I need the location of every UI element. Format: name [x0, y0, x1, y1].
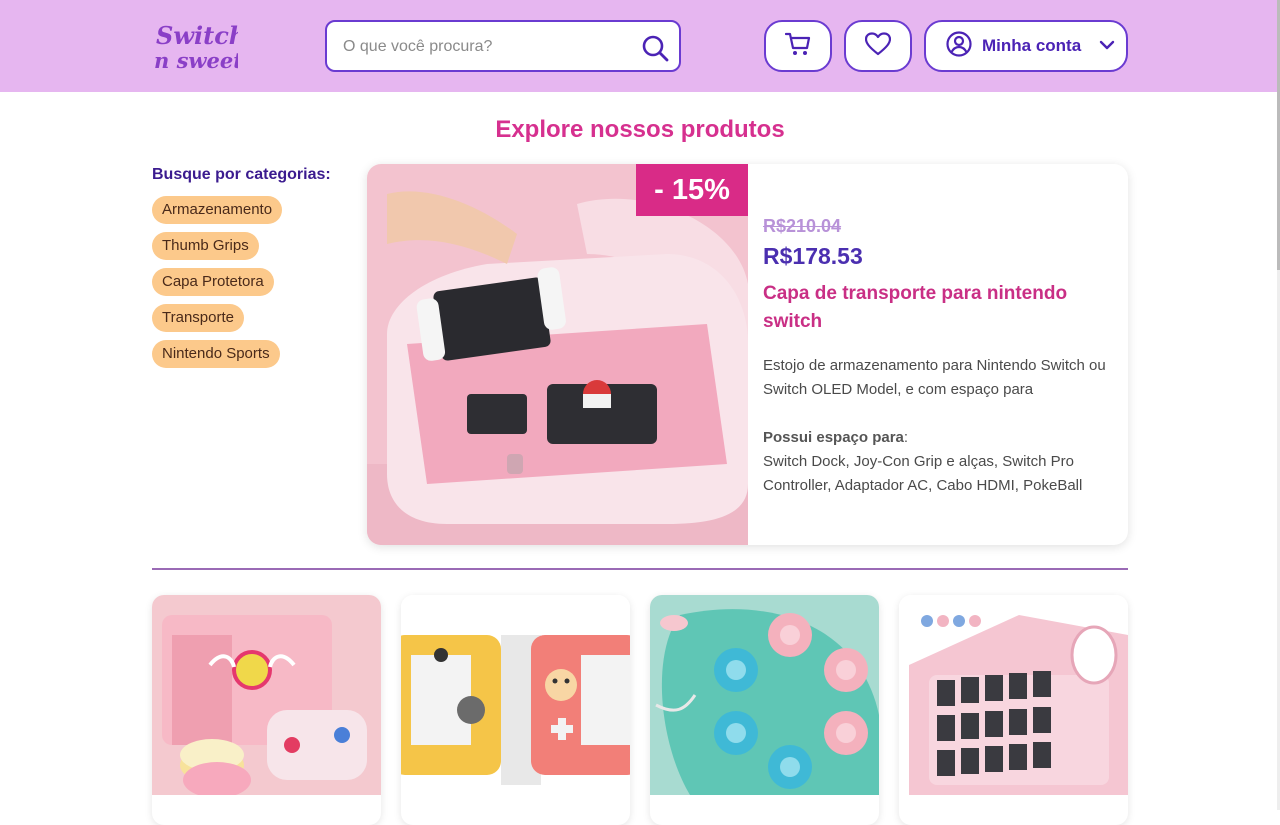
- product-card[interactable]: [401, 595, 630, 825]
- categories-title: Busque por categorias:: [152, 166, 331, 183]
- chevron-down-icon: [1099, 37, 1115, 55]
- old-price: R$210.04: [763, 216, 842, 236]
- category-chip-thumb-grips[interactable]: Thumb Grips: [152, 232, 259, 260]
- product-image[interactable]: [650, 595, 879, 795]
- search-bar: [325, 20, 681, 72]
- user-circle-icon: [946, 30, 972, 62]
- logo[interactable]: Switch n sweet: [152, 20, 246, 73]
- category-chip-transporte[interactable]: Transporte: [152, 304, 244, 332]
- page-title: Explore nossos produtos: [495, 116, 785, 143]
- account-menu-button[interactable]: Minha conta: [924, 20, 1128, 72]
- featured-product-card[interactable]: - 15% R$210.04 R$178.53 Capa de transpor…: [367, 164, 1128, 545]
- cart-icon: [784, 32, 811, 61]
- featured-product-info: R$210.04 R$178.53 Capa de transporte par…: [763, 216, 1113, 498]
- product-card[interactable]: [152, 595, 381, 825]
- featured-product-name[interactable]: Capa de transporte para nintendo switch: [763, 280, 1113, 336]
- description-text: Estojo de armazenamento para Nintendo Sw…: [763, 357, 1106, 398]
- product-image[interactable]: [152, 595, 381, 795]
- svg-text:n sweet: n sweet: [154, 48, 238, 72]
- has-space-label: Possui espaço para:: [763, 426, 1113, 450]
- cart-button[interactable]: [764, 20, 832, 72]
- has-space-items: Switch Dock, Joy-Con Grip e alças, Switc…: [763, 453, 1083, 494]
- heart-icon: [864, 31, 892, 61]
- category-chip-armazenamento[interactable]: Armazenamento: [152, 196, 283, 224]
- product-image[interactable]: [899, 595, 1128, 795]
- featured-product-image[interactable]: [367, 164, 748, 545]
- category-chip-nintendo-sports[interactable]: Nintendo Sports: [152, 340, 280, 368]
- new-price: R$178.53: [763, 243, 863, 269]
- featured-product-description: Estojo de armazenamento para Nintendo Sw…: [763, 354, 1113, 498]
- product-card[interactable]: [650, 595, 879, 825]
- category-chip-capa-protetora[interactable]: Capa Protetora: [152, 268, 274, 296]
- has-space-label-text: Possui espaço para: [763, 429, 904, 446]
- search-icon[interactable]: [641, 34, 669, 62]
- product-image[interactable]: [401, 595, 630, 795]
- svg-text:Switch: Switch: [156, 21, 238, 50]
- category-list: Armazenamento Thumb Grips Capa Protetora…: [152, 196, 352, 376]
- product-card[interactable]: [899, 595, 1128, 825]
- search-input[interactable]: [343, 34, 623, 60]
- discount-badge: - 15%: [636, 164, 748, 216]
- has-space-colon: :: [903, 429, 909, 446]
- account-label: Minha conta: [982, 36, 1082, 55]
- section-divider: [152, 568, 1128, 570]
- header: Switch n sweet Minha conta: [0, 0, 1280, 92]
- favorites-button[interactable]: [844, 20, 912, 72]
